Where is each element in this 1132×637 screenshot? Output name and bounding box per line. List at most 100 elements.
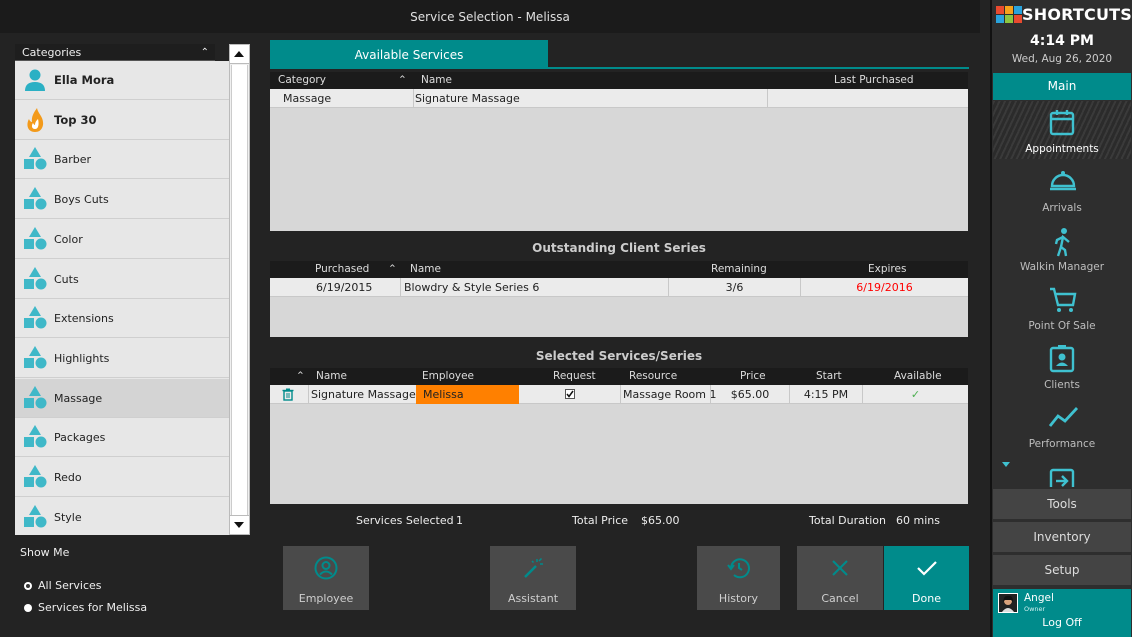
category-item[interactable]: Extensions — [15, 299, 229, 339]
more-down-icon[interactable] — [1002, 462, 1010, 467]
sidebar-setup-button[interactable]: Setup — [993, 555, 1131, 585]
category-item[interactable]: Top 30 — [15, 101, 229, 140]
category-item[interactable]: Ella Mora — [15, 61, 229, 100]
col-expires[interactable]: Expires — [868, 261, 906, 278]
category-item[interactable]: Highlights — [15, 339, 229, 378]
col-name[interactable]: Name — [316, 368, 347, 385]
category-item[interactable]: Massage — [15, 378, 229, 418]
col-remaining[interactable]: Remaining — [711, 261, 767, 278]
user-circle-icon — [314, 556, 338, 580]
col-resource[interactable]: Resource — [629, 368, 677, 385]
shapes-icon — [24, 306, 47, 329]
col-price[interactable]: Price — [740, 368, 766, 385]
clock-date: Wed, Aug 26, 2020 — [1011, 53, 1113, 65]
col-purchased[interactable]: Purchased — [315, 261, 369, 278]
category-item[interactable]: Color — [15, 220, 229, 259]
person-icon — [25, 69, 45, 91]
table-row[interactable]: Signature Massage Melissa Massage Room 1… — [270, 385, 968, 404]
user-role: Owner — [1024, 605, 1046, 613]
sidebar-item-label: Appointments — [1025, 143, 1099, 155]
category-item[interactable]: Boys Cuts — [15, 180, 229, 220]
col-available[interactable]: Available — [894, 368, 942, 385]
table-row[interactable]: Massage Signature Massage — [270, 89, 968, 108]
scroll-up-button[interactable] — [230, 45, 249, 64]
logo-square — [1005, 6, 1013, 14]
category-item[interactable]: Style — [15, 498, 229, 535]
history-icon — [726, 558, 750, 579]
brand-name: SHORTCUTS — [1022, 5, 1132, 24]
next-item-partial-icon — [1048, 467, 1076, 487]
total-price-value: $65.00 — [641, 514, 680, 527]
category-item[interactable]: Packages — [15, 418, 229, 458]
logo-square — [996, 15, 1004, 23]
sidebar-item-clients[interactable]: Clients — [993, 337, 1131, 395]
category-item[interactable]: Redo — [15, 458, 229, 497]
sidebar-item-appointments[interactable]: Appointments — [993, 101, 1131, 159]
sidebar-item-performance[interactable]: Performance — [993, 396, 1131, 454]
col-name[interactable]: Name — [421, 72, 452, 89]
clock-time: 4:14 PM — [1030, 33, 1094, 49]
radio-unchecked-icon — [24, 604, 32, 612]
done-button-label: Done — [912, 592, 941, 605]
sort-up-icon: ⌃ — [388, 263, 397, 275]
tab-available-services[interactable]: Available Services — [270, 40, 548, 68]
categories-scrollbar[interactable] — [229, 44, 250, 535]
history-button[interactable]: History — [697, 546, 780, 610]
services-selected-label: Services Selected — [356, 514, 454, 527]
assistant-button[interactable]: Assistant — [490, 546, 576, 610]
categories-list: Ella Mora Top 30 Barber Boys Cuts Color Cuts E… — [15, 61, 229, 535]
cancel-button[interactable]: Cancel — [797, 546, 883, 610]
sidebar-item-label: Point Of Sale — [1028, 320, 1096, 332]
sidebar-item-point-of-sale[interactable]: Point Of Sale — [993, 278, 1131, 336]
history-button-label: History — [718, 592, 759, 605]
sidebar-item-arrivals[interactable]: Arrivals — [993, 160, 1131, 218]
col-employee[interactable]: Employee — [422, 368, 474, 385]
category-label: Packages — [54, 431, 106, 445]
category-label: Barber — [54, 153, 92, 167]
user-panel[interactable]: Angel Owner Log Off — [993, 589, 1131, 637]
table-row[interactable]: 6/19/2015 Blowdry & Style Series 6 3/6 6… — [270, 278, 968, 297]
shapes-icon — [24, 266, 47, 289]
col-name[interactable]: Name — [410, 261, 441, 278]
log-off-button[interactable]: Log Off — [993, 616, 1131, 629]
col-request[interactable]: Request — [553, 368, 596, 385]
sidebar-main-button[interactable]: Main — [993, 73, 1131, 100]
request-checkbox[interactable] — [565, 389, 575, 399]
category-item[interactable]: Cuts — [15, 260, 229, 299]
sidebar-inventory-button[interactable]: Inventory — [993, 522, 1131, 552]
selected-table-header: ⌃ Name Employee Request Resource Price S… — [270, 368, 968, 385]
close-icon — [832, 560, 848, 576]
shapes-icon — [24, 147, 47, 170]
category-label: Cuts — [54, 272, 79, 286]
category-item[interactable]: Barber — [15, 140, 229, 180]
trash-icon[interactable] — [282, 388, 294, 407]
category-label: Top 30 — [54, 112, 97, 127]
sidebar-item-walkin-manager[interactable]: Walkin Manager — [993, 219, 1131, 277]
categories-header-label: Categories — [22, 46, 82, 59]
cell-last-purchased — [767, 89, 768, 108]
sidebar-tools-button[interactable]: Tools — [993, 489, 1131, 519]
radio-all-services[interactable]: All Services — [24, 579, 102, 592]
calendar-icon — [1049, 110, 1075, 136]
employee-button[interactable]: Employee — [283, 546, 369, 610]
cell-start: 4:15 PM — [789, 385, 862, 404]
avatar — [998, 593, 1018, 613]
selected-title: Selected Services/Series — [535, 349, 703, 363]
cell-employee[interactable]: Melissa — [416, 385, 519, 404]
flame-icon — [27, 107, 44, 132]
scroll-down-button[interactable] — [230, 515, 249, 534]
category-label: Color — [54, 232, 83, 246]
col-category[interactable]: Category — [278, 72, 326, 89]
categories-header[interactable]: Categories ⌃ — [15, 44, 215, 61]
radio-services-for-client[interactable]: Services for Melissa — [24, 601, 147, 614]
col-start[interactable]: Start — [816, 368, 842, 385]
col-last-purchased[interactable]: Last Purchased — [834, 72, 914, 89]
category-label: Highlights — [54, 351, 110, 365]
series-table-body: 6/19/2015 Blowdry & Style Series 6 3/6 6… — [270, 278, 968, 337]
show-me-label: Show Me — [20, 546, 70, 559]
radio-label: Services for Melissa — [38, 601, 148, 614]
scroll-thumb[interactable] — [231, 65, 248, 521]
done-button[interactable]: Done — [884, 546, 969, 610]
category-label: Redo — [54, 471, 82, 484]
sidebar-item-label: Performance — [1028, 438, 1096, 450]
